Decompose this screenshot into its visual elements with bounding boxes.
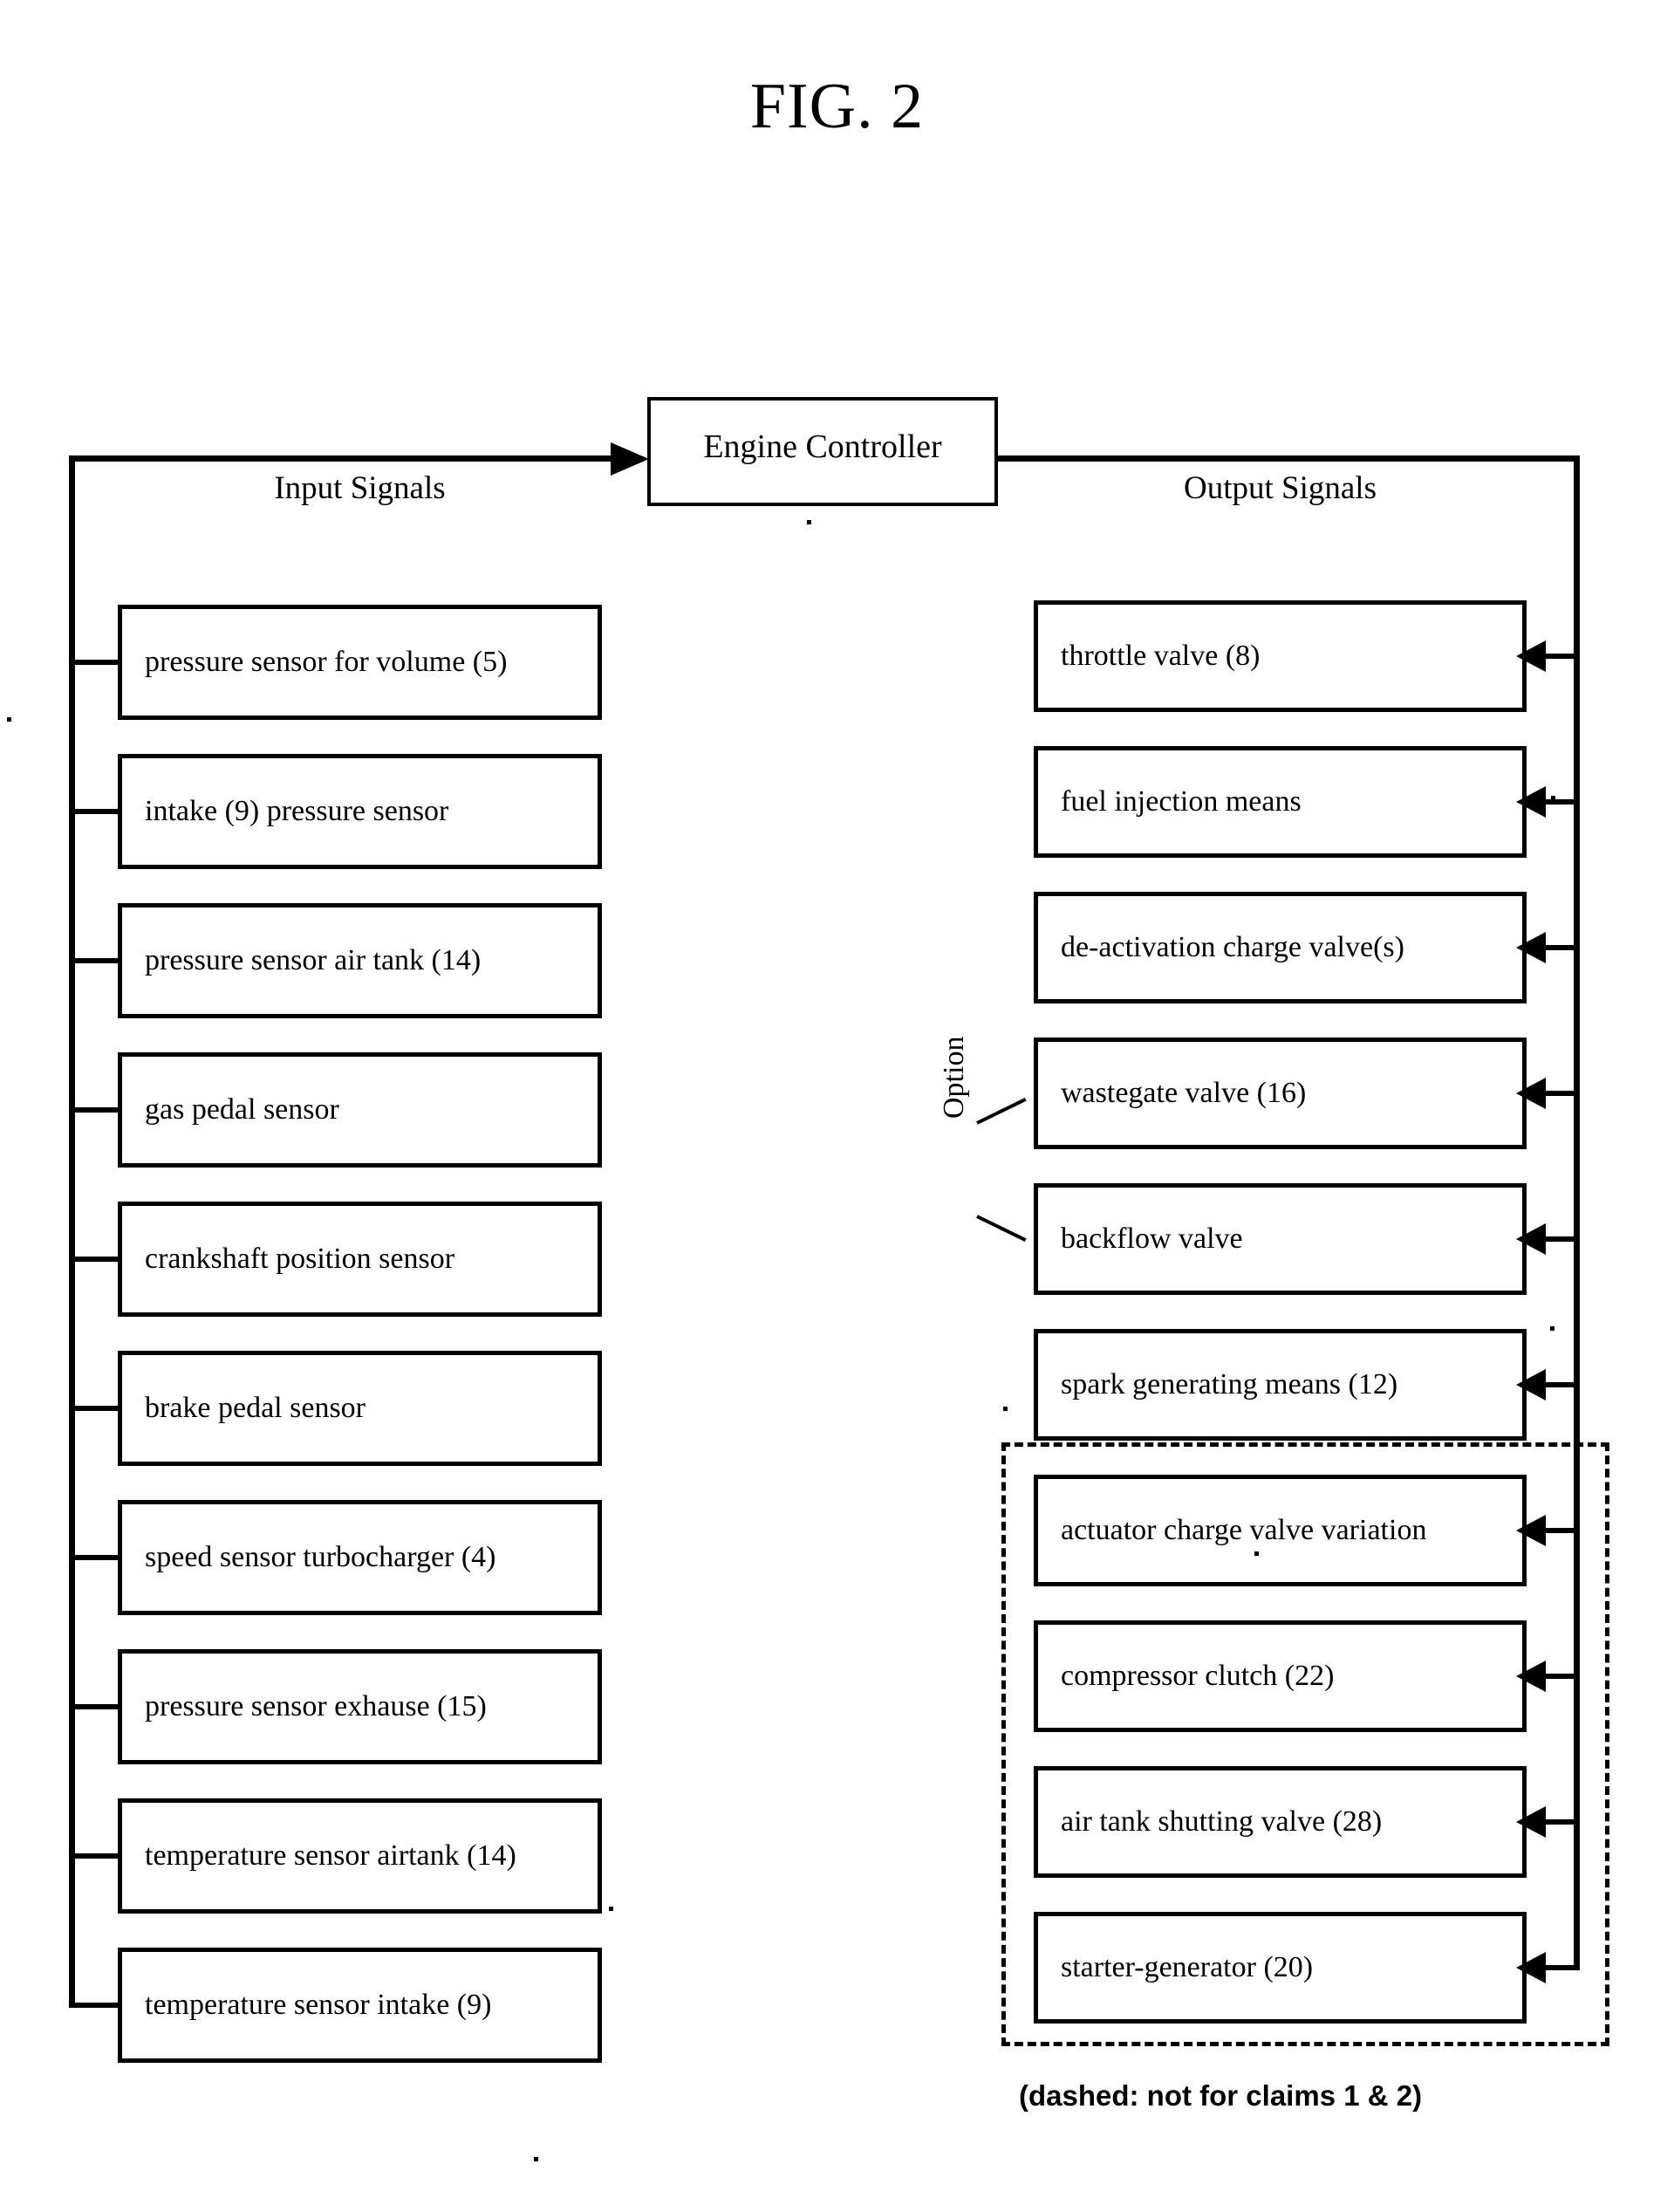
input-signal-box[interactable]: temperature sensor intake (9) <box>118 1948 602 2063</box>
input-bus-horizontal <box>72 455 621 462</box>
arrow-left-icon <box>1516 1661 1546 1692</box>
input-signals-heading: Input Signals <box>274 470 446 506</box>
scan-speck <box>7 717 11 722</box>
input-connector-line <box>72 809 120 814</box>
arrow-left-icon <box>1516 1515 1546 1546</box>
scan-speck <box>1254 1551 1259 1556</box>
scan-speck <box>534 2157 538 2161</box>
output-signal-label: spark generating means (12) <box>1061 1368 1398 1400</box>
output-signal-label: air tank shutting valve (28) <box>1061 1805 1383 1838</box>
input-signal-box[interactable]: gas pedal sensor <box>118 1052 602 1168</box>
output-signal-box[interactable]: wastegate valve (16) <box>1034 1038 1527 1149</box>
arrow-left-icon <box>1516 786 1546 818</box>
engine-controller-box[interactable]: Engine Controller <box>647 397 998 506</box>
output-signal-box[interactable]: actuator charge valve variation <box>1034 1475 1527 1586</box>
input-signal-label: speed sensor turbocharger (4) <box>145 1541 496 1573</box>
output-signal-box[interactable]: fuel injection means <box>1034 746 1527 858</box>
scan-speck <box>1003 1407 1008 1411</box>
output-signal-box[interactable]: de-activation charge valve(s) <box>1034 892 1527 1003</box>
output-bus-vertical <box>1574 455 1580 1970</box>
input-connector-line <box>72 1406 120 1411</box>
output-signal-label: backflow valve <box>1061 1222 1243 1255</box>
scan-speck <box>609 1907 613 1911</box>
input-connector-line <box>72 1704 120 1709</box>
input-signal-label: temperature sensor intake (9) <box>145 1989 492 2021</box>
input-signal-box[interactable]: pressure sensor for volume (5) <box>118 605 602 720</box>
scan-speck <box>1551 796 1555 800</box>
input-signal-label: crankshaft position sensor <box>145 1243 455 1275</box>
output-signal-label: fuel injection means <box>1061 785 1302 818</box>
output-bus-horizontal <box>998 455 1580 462</box>
output-signal-label: starter-generator (20) <box>1061 1951 1314 1983</box>
input-signal-label: temperature sensor airtank (14) <box>145 1839 516 1872</box>
input-connector-line <box>72 958 120 963</box>
output-signal-box[interactable]: air tank shutting valve (28) <box>1034 1766 1527 1878</box>
output-signal-label: throttle valve (8) <box>1061 640 1261 672</box>
input-signal-label: brake pedal sensor <box>145 1392 366 1424</box>
arrow-into-controller-icon <box>611 442 649 476</box>
option-label: Option <box>938 1036 970 1119</box>
input-signal-label: pressure sensor exhause (15) <box>145 1690 487 1722</box>
output-signal-label: compressor clutch (22) <box>1061 1660 1335 1692</box>
input-signal-box[interactable]: brake pedal sensor <box>118 1351 602 1466</box>
dashed-region-caption: (dashed: not for claims 1 & 2) <box>1019 2079 1423 2112</box>
arrow-left-icon <box>1516 640 1546 672</box>
output-signal-box[interactable]: spark generating means (12) <box>1034 1329 1527 1441</box>
input-signal-box[interactable]: intake (9) pressure sensor <box>118 754 602 869</box>
input-connector-line <box>72 1853 120 1859</box>
input-signal-box[interactable]: pressure sensor exhause (15) <box>118 1649 602 1764</box>
input-connector-line <box>72 1107 120 1113</box>
arrow-left-icon <box>1516 1078 1546 1109</box>
arrow-left-icon <box>1516 1223 1546 1255</box>
output-signal-label: wastegate valve (16) <box>1061 1077 1307 1109</box>
output-signal-box[interactable]: backflow valve <box>1034 1183 1527 1295</box>
input-signal-box[interactable]: speed sensor turbocharger (4) <box>118 1500 602 1615</box>
scan-speck <box>807 520 811 524</box>
input-signal-box[interactable]: pressure sensor air tank (14) <box>118 903 602 1018</box>
input-connector-line <box>72 1257 120 1262</box>
output-signal-box[interactable]: throttle valve (8) <box>1034 600 1527 712</box>
input-signal-label: pressure sensor air tank (14) <box>145 944 482 976</box>
patent-figure: FIG. 2 Engine Controller Input Signals O… <box>0 0 1674 2212</box>
input-connector-line <box>72 660 120 665</box>
input-signal-box[interactable]: crankshaft position sensor <box>118 1202 602 1317</box>
output-signals-heading: Output Signals <box>1184 470 1377 506</box>
output-signal-label: actuator charge valve variation <box>1061 1514 1427 1546</box>
arrow-left-icon <box>1516 1952 1546 1983</box>
input-signal-label: intake (9) pressure sensor <box>145 795 449 827</box>
arrow-left-icon <box>1516 932 1546 963</box>
input-signal-label: pressure sensor for volume (5) <box>145 646 508 678</box>
input-connector-line <box>72 1555 120 1560</box>
figure-title: FIG. 2 <box>749 71 925 142</box>
scan-speck <box>1550 1326 1554 1331</box>
arrow-left-icon <box>1516 1369 1546 1400</box>
output-signal-box[interactable]: compressor clutch (22) <box>1034 1620 1527 1732</box>
input-bus-vertical <box>69 455 75 2008</box>
arrow-left-icon <box>1516 1806 1546 1838</box>
output-signal-label: de-activation charge valve(s) <box>1061 931 1404 963</box>
input-connector-line <box>72 2003 120 2008</box>
input-signal-box[interactable]: temperature sensor airtank (14) <box>118 1798 602 1914</box>
option-leader-line-backflow <box>976 1215 1027 1242</box>
option-leader-line-wastegate <box>976 1098 1027 1125</box>
engine-controller-label: Engine Controller <box>703 428 942 465</box>
input-signal-label: gas pedal sensor <box>145 1093 339 1126</box>
output-signal-box[interactable]: starter-generator (20) <box>1034 1912 1527 2024</box>
